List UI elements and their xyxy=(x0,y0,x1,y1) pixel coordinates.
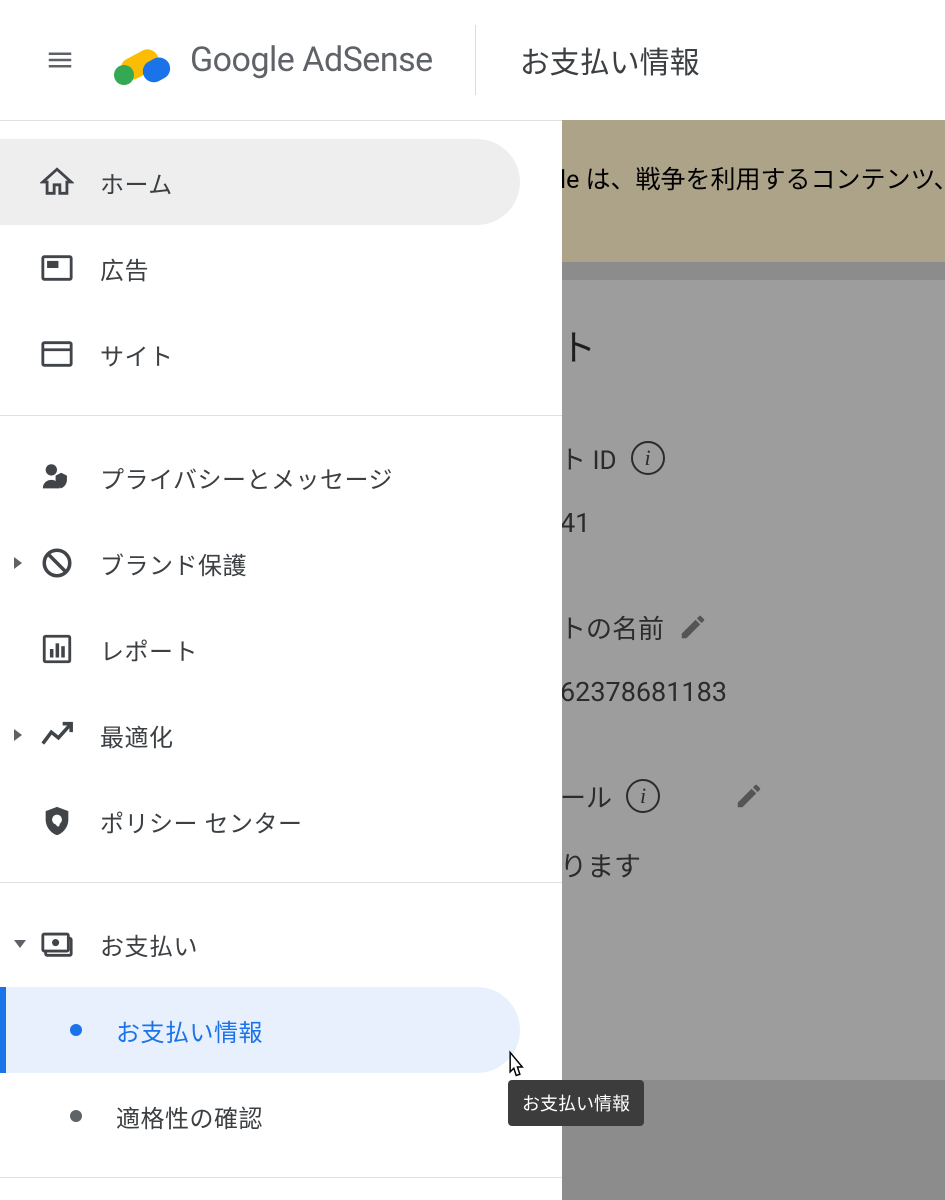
nav-divider xyxy=(0,1177,562,1178)
ads-icon xyxy=(40,251,74,285)
privacy-icon xyxy=(40,460,74,494)
sidebar-subitem-payments-info[interactable]: お支払い情報 xyxy=(0,987,520,1073)
menu-button[interactable] xyxy=(36,36,84,84)
sidebar-sublabel: 適格性の確認 xyxy=(116,1099,263,1134)
sidebar-item-brand-safety[interactable]: ブランド保護 xyxy=(0,520,520,606)
brand-text: Google AdSense xyxy=(190,40,433,80)
sidebar-item-optimization[interactable]: 最適化 xyxy=(0,692,520,778)
sidebar-item-sites[interactable]: サイト xyxy=(0,311,520,397)
sidebar-label: お支払い xyxy=(100,927,198,962)
name-label: トの名前 xyxy=(560,609,664,646)
sites-icon xyxy=(40,337,74,371)
sidebar-item-ads[interactable]: 広告 xyxy=(0,225,520,311)
sidebar-item-payments[interactable]: お支払い xyxy=(0,901,520,987)
brand-logo[interactable]: Google AdSense xyxy=(108,35,433,85)
sidebar-label: ポリシー センター xyxy=(100,804,302,839)
sidebar-subitem-eligibility[interactable]: 適格性の確認 xyxy=(0,1073,520,1159)
sidebar-label: 広告 xyxy=(100,251,149,286)
trend-icon xyxy=(40,718,74,752)
chevron-right-icon xyxy=(14,729,22,741)
chevron-right-icon xyxy=(14,557,22,569)
reports-icon xyxy=(40,632,74,666)
edit-icon[interactable] xyxy=(734,781,764,811)
header-divider xyxy=(475,25,476,95)
sidebar-label: 最適化 xyxy=(100,718,174,753)
block-icon xyxy=(40,546,74,580)
edit-icon[interactable] xyxy=(678,612,708,642)
menu-icon xyxy=(45,45,75,75)
hover-tooltip: お支払い情報 xyxy=(508,1080,644,1126)
bullet-icon xyxy=(70,1110,82,1122)
info-icon[interactable]: i xyxy=(626,779,660,813)
navigation-sidebar: ホーム 広告 サイト プライバシーとメッセージ ブランド保護 xyxy=(0,120,562,1200)
chevron-down-icon xyxy=(14,940,26,948)
id-label: ト ID xyxy=(560,440,617,477)
page-title: お支払い情報 xyxy=(520,38,700,82)
sidebar-item-policy-center[interactable]: ポリシー センター xyxy=(0,778,520,864)
info-icon[interactable]: i xyxy=(631,441,665,475)
adsense-logo-icon xyxy=(108,35,180,85)
sidebar-sublabel: お支払い情報 xyxy=(116,1013,263,1048)
sidebar-item-home[interactable]: ホーム xyxy=(0,139,520,225)
payments-icon xyxy=(40,927,74,961)
sidebar-label: サイト xyxy=(100,337,174,372)
sidebar-label: ブランド保護 xyxy=(100,546,247,581)
sidebar-item-privacy[interactable]: プライバシーとメッセージ xyxy=(0,434,520,520)
sidebar-label: ホーム xyxy=(100,165,173,200)
bullet-icon xyxy=(70,1024,82,1036)
email-label: ール xyxy=(560,778,612,815)
sidebar-item-reports[interactable]: レポート xyxy=(0,606,520,692)
sidebar-label: プライバシーとメッセージ xyxy=(100,460,393,495)
sidebar-label: レポート xyxy=(100,632,198,667)
app-header: Google AdSense お支払い情報 xyxy=(0,0,945,120)
home-icon xyxy=(40,165,74,199)
shield-icon xyxy=(40,804,74,838)
